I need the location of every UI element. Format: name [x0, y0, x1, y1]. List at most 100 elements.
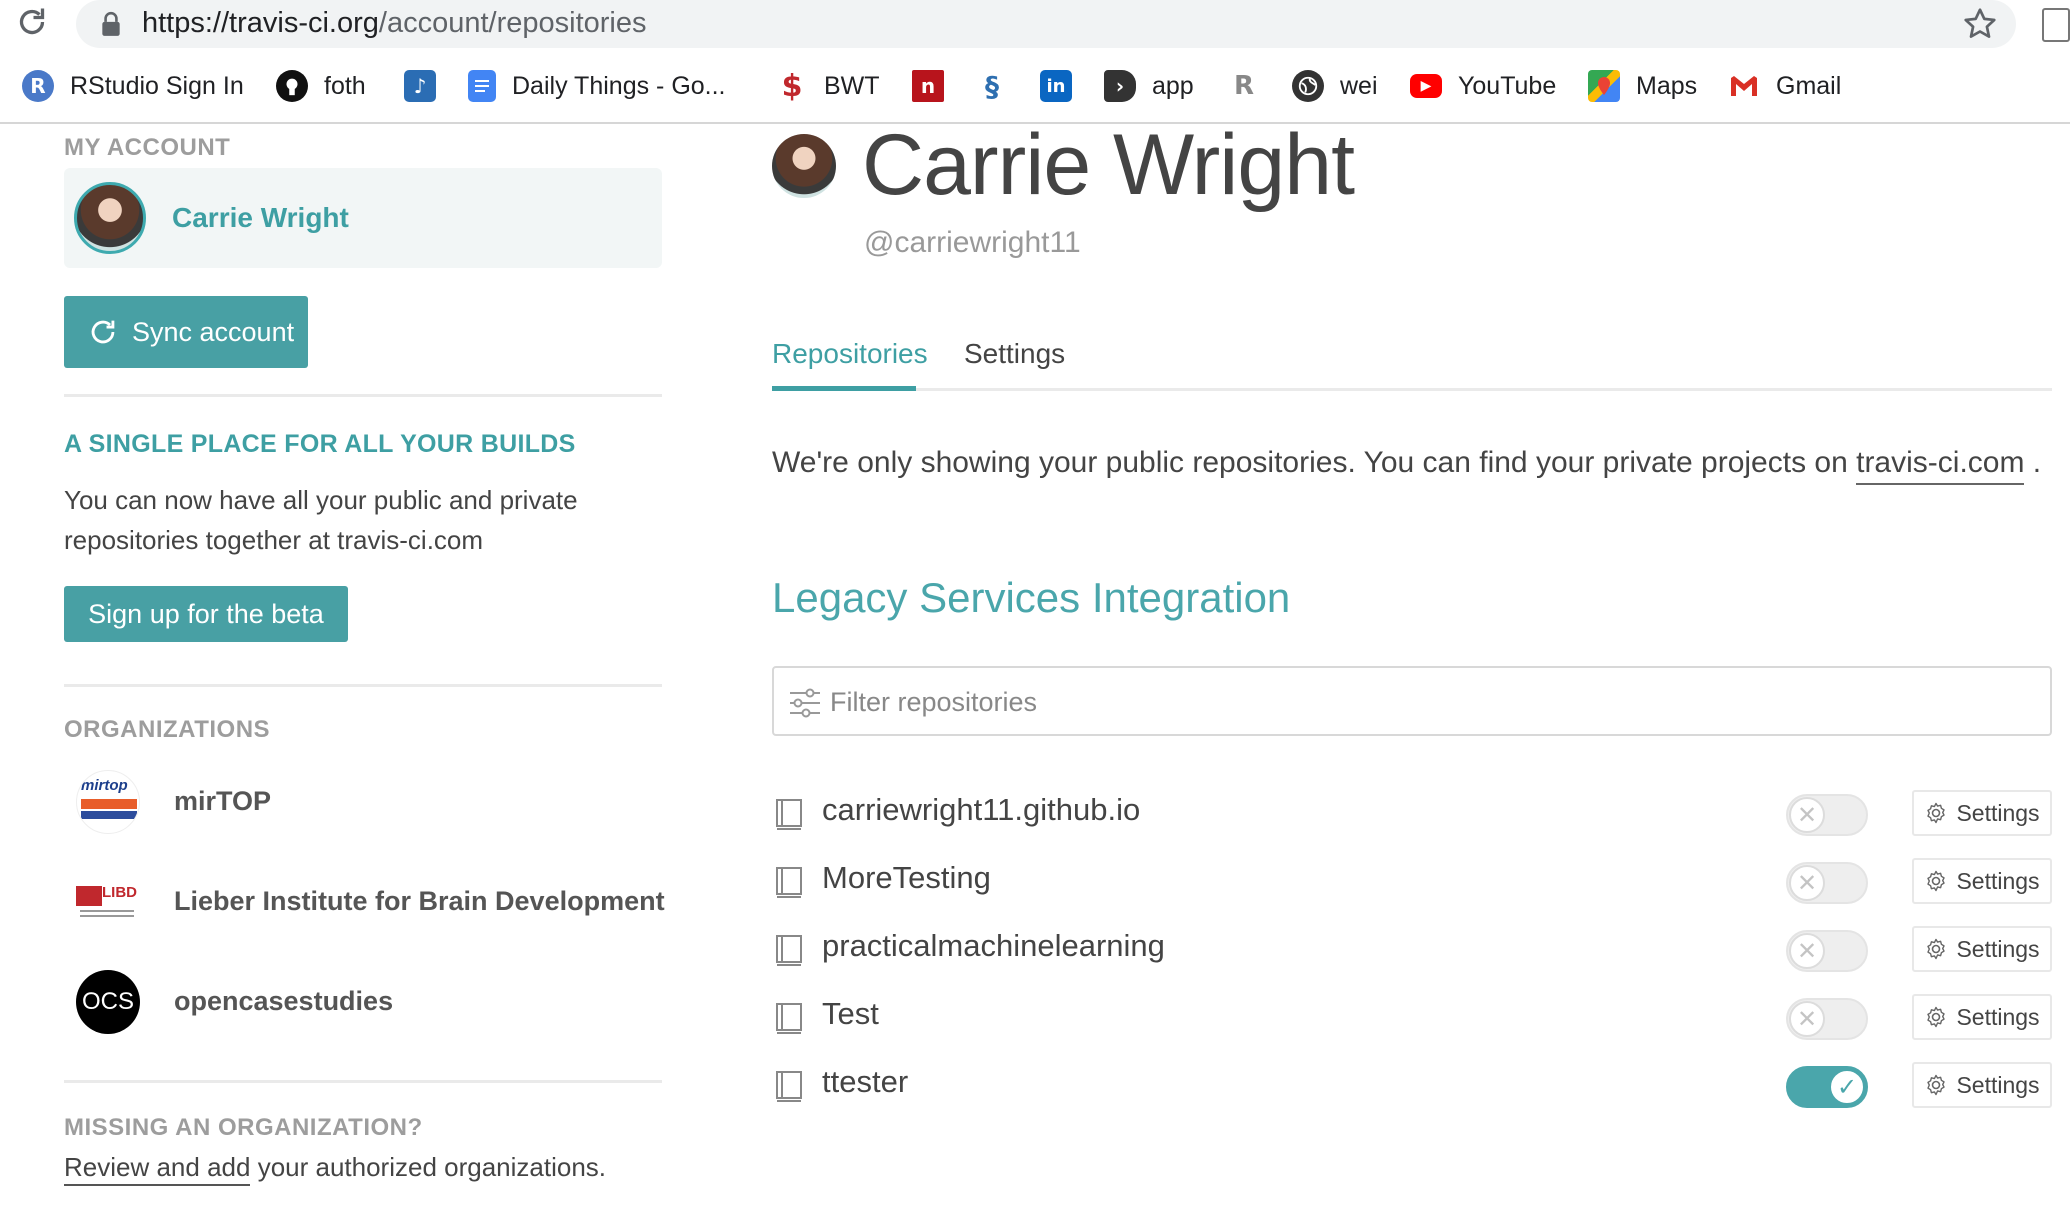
divider — [64, 1080, 662, 1083]
grad-cap-icon: R — [1233, 71, 1255, 101]
repo-book-icon — [776, 1071, 802, 1102]
repo-book-icon — [776, 799, 802, 830]
filter-box[interactable] — [772, 666, 2052, 736]
bookmark-label: wei — [1340, 71, 1378, 100]
repo-activation-toggle[interactable]: ✕ — [1786, 930, 1868, 972]
my-account-heading: MY ACCOUNT — [64, 134, 231, 161]
repo-settings-button[interactable]: Settings — [1912, 790, 2052, 836]
account-name[interactable]: Carrie Wright — [172, 202, 349, 234]
music-note-icon: ♪ — [404, 70, 436, 102]
repo-settings-button[interactable]: Settings — [1912, 926, 2052, 972]
account-card[interactable]: Carrie Wright — [64, 168, 662, 268]
app-icon: › — [1104, 70, 1136, 102]
beta-signup-button[interactable]: Sign up for the beta — [64, 586, 348, 642]
logo-text: mirtop — [81, 777, 128, 794]
avatar — [74, 182, 146, 254]
gmail-icon — [1728, 70, 1760, 102]
org-item-mirtop[interactable]: mirtop mirTOP — [64, 760, 664, 840]
tab-repositories[interactable]: Repositories — [772, 338, 928, 370]
globe-icon — [1292, 70, 1324, 102]
repo-activation-toggle[interactable]: ✕ — [1786, 794, 1868, 836]
notice-text: We're only showing your public repositor… — [772, 446, 1857, 479]
tabs-divider — [772, 388, 2052, 391]
bookmark-music[interactable]: ♪ — [404, 62, 436, 110]
org-name: opencasestudies — [174, 986, 394, 1016]
bookmark-linkedin[interactable]: in — [1040, 62, 1072, 110]
libd-logo: LIBD — [76, 870, 140, 934]
bookmark-gmail[interactable]: Gmail — [1728, 62, 1841, 110]
bookmark-foth[interactable]: foth — [276, 62, 366, 110]
profile-handle: @carriewright11 — [864, 226, 1081, 259]
repo-settings-button[interactable]: Settings — [1912, 994, 2052, 1040]
youtube-icon: ▶ — [1410, 74, 1442, 98]
repo-name[interactable]: ttester — [822, 1064, 908, 1100]
bookmark-bwt[interactable]: $ BWT — [776, 62, 880, 110]
organizations-heading: ORGANIZATIONS — [64, 716, 271, 743]
repo-activation-toggle[interactable]: ✕ — [1786, 862, 1868, 904]
bookmark-label: Gmail — [1776, 71, 1842, 100]
repo-name[interactable]: Test — [822, 996, 879, 1032]
reload-icon[interactable] — [14, 4, 50, 40]
org-item-libd[interactable]: LIBD Lieber Institute for Brain Developm… — [64, 860, 665, 940]
repo-name[interactable]: carriewright11.github.io — [822, 792, 1140, 828]
repo-name[interactable]: MoreTesting — [822, 860, 991, 896]
bookmark-n[interactable]: n — [912, 62, 944, 110]
address-bar[interactable]: https://travis-ci.org/account/repositori… — [76, 0, 2016, 48]
public-repos-notice: We're only showing your public repositor… — [772, 446, 2041, 485]
active-tab-indicator — [772, 386, 916, 391]
bookmark-daily-things[interactable]: Daily Things - Go... — [468, 62, 726, 110]
divider — [64, 684, 662, 687]
repo-book-icon — [776, 1003, 802, 1034]
beta-signup-label: Sign up for the beta — [88, 598, 324, 629]
x-icon: ✕ — [1789, 1001, 1825, 1037]
bookmark-grad[interactable]: R — [1228, 62, 1260, 110]
repo-settings-label: Settings — [1956, 1071, 2040, 1098]
bookmark-app[interactable]: › app — [1104, 62, 1194, 110]
bookmark-maps[interactable]: Maps — [1588, 62, 1697, 110]
repo-name[interactable]: practicalmachinelearning — [822, 928, 1165, 964]
bookmark-swirl[interactable]: § — [976, 62, 1008, 110]
x-icon: ✕ — [1789, 865, 1825, 901]
bookmark-label: YouTube — [1458, 71, 1557, 100]
missing-org-text: Review and add your authorized organizat… — [64, 1152, 607, 1186]
repo-activation-toggle[interactable]: ✓ — [1786, 1066, 1868, 1108]
missing-org-suffix: your authorized organizations. — [250, 1152, 607, 1182]
repo-settings-button[interactable]: Settings — [1912, 1062, 2052, 1108]
gear-icon — [1927, 938, 1946, 960]
browser-toolbar: https://travis-ci.org/account/repositori… — [0, 0, 2070, 50]
sync-account-label: Sync account — [132, 316, 295, 347]
org-item-opencasestudies[interactable]: OCS opencasestudies — [64, 960, 664, 1040]
repo-row: ttester ✓ Settings — [772, 1044, 2052, 1124]
repo-activation-toggle[interactable]: ✕ — [1786, 998, 1868, 1040]
travis-com-link[interactable]: travis-ci.com — [1856, 446, 2025, 485]
missing-org-heading: MISSING AN ORGANIZATION? — [64, 1114, 423, 1141]
sync-account-button[interactable]: Sync account — [64, 296, 308, 368]
url-path: /account/repositories — [378, 7, 647, 39]
gear-icon — [1927, 870, 1946, 892]
bookmark-rstudio[interactable]: R RStudio Sign In — [22, 62, 244, 110]
google-docs-icon — [468, 70, 496, 102]
bookmark-youtube[interactable]: ▶ YouTube — [1410, 62, 1556, 110]
sync-icon — [91, 320, 115, 344]
url-text[interactable]: https://travis-ci.org/account/repositori… — [142, 7, 647, 40]
reader-icon[interactable] — [2042, 8, 2070, 42]
maps-icon — [1588, 70, 1620, 102]
gear-icon — [1927, 1074, 1946, 1096]
tab-settings[interactable]: Settings — [964, 338, 1065, 370]
promo-heading: A SINGLE PLACE FOR ALL YOUR BUILDS — [64, 430, 576, 458]
linkedin-icon: in — [1040, 70, 1072, 102]
review-organizations-link[interactable]: Review and add — [64, 1152, 251, 1186]
filter-repositories-input[interactable] — [830, 680, 2030, 724]
repo-settings-button[interactable]: Settings — [1912, 858, 2052, 904]
check-icon: ✓ — [1829, 1069, 1865, 1105]
swirl-icon: § — [985, 69, 999, 103]
repo-settings-label: Settings — [1956, 799, 2040, 826]
profile-name: Carrie Wright — [862, 117, 1355, 213]
bookmark-label: foth — [324, 71, 366, 100]
x-icon: ✕ — [1789, 933, 1825, 969]
bookmark-wei[interactable]: wei — [1292, 62, 1378, 110]
bookmark-label: Maps — [1636, 71, 1698, 100]
bookmark-star-icon[interactable] — [1962, 6, 1998, 42]
profile-avatar — [772, 134, 836, 198]
rstudio-icon: R — [22, 70, 54, 102]
